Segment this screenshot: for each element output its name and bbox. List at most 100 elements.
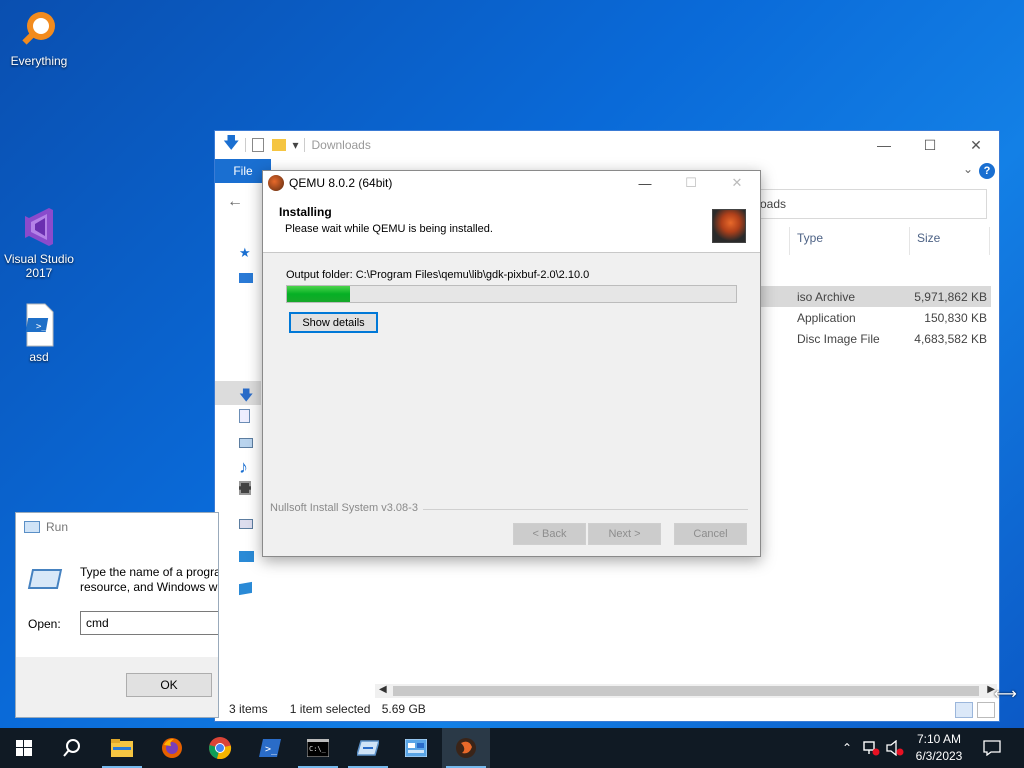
run-title: Run (46, 520, 69, 534)
show-details-button[interactable]: Show details (289, 312, 378, 333)
installer-titlebar: QEMU 8.0.2 (64bit) — ☐ ✕ (263, 171, 760, 195)
monitor-icon[interactable] (239, 547, 259, 567)
open-input[interactable]: cmd (80, 611, 218, 635)
run-dialog: Run Type the name of a progra resource, … (15, 512, 219, 718)
installer-branding: Nullsoft Install System v3.08-3 (270, 502, 418, 514)
run-description-line: Type the name of a progra (80, 565, 219, 579)
search-input[interactable]: oads (755, 189, 987, 219)
powershell-icon: >_ (259, 739, 281, 757)
action-center-button[interactable] (968, 728, 1016, 768)
network-icon[interactable] (239, 579, 259, 599)
column-header-size[interactable]: Size (917, 231, 940, 251)
system-tray: ⌃ (838, 728, 904, 768)
file-size: 5,971,862 KB (914, 290, 987, 304)
notification-icon (983, 740, 1001, 756)
run-description-line: resource, and Windows w (80, 580, 218, 594)
ok-button[interactable]: OK (126, 673, 212, 697)
qemu-icon (456, 738, 476, 758)
taskbar-control-panel[interactable] (392, 728, 440, 768)
taskbar-qemu-installer[interactable] (442, 728, 490, 768)
documents-folder-icon[interactable] (239, 409, 259, 429)
customize-qat-icon[interactable]: ▾ (292, 138, 298, 152)
minimize-button[interactable]: — (861, 131, 907, 159)
search-button[interactable] (48, 728, 96, 768)
this-pc-icon[interactable] (239, 515, 259, 535)
pictures-folder-icon[interactable] (239, 435, 259, 455)
desktop-icon-label: Visual Studio 2017 (4, 252, 74, 280)
large-icons-view-icon[interactable] (977, 702, 995, 718)
desktop-icon-visual-studio[interactable]: Visual Studio 2017 (1, 204, 77, 280)
qemu-app-icon (268, 175, 284, 191)
close-button: ✕ (731, 175, 743, 190)
scrollbar-thumb[interactable] (393, 686, 979, 696)
taskbar-clock[interactable]: 7:10 AM 6/3/2023 (904, 731, 974, 765)
taskbar-firefox[interactable] (148, 728, 196, 768)
taskbar-file-explorer[interactable] (98, 728, 146, 768)
clock-time: 7:10 AM (916, 732, 962, 746)
help-icon[interactable]: ? (979, 163, 995, 179)
run-large-icon (27, 569, 63, 589)
firefox-icon (162, 738, 182, 758)
run-icon (357, 740, 379, 756)
file-row[interactable]: iso Archive 5,971,862 KB (761, 286, 991, 307)
taskbar: >_ C:\_ ⌃ 7:10 AM 6/3/2023 (0, 728, 1024, 768)
file-row[interactable]: Application 150,830 KB (761, 307, 991, 328)
chrome-icon (209, 737, 232, 760)
new-folder-icon[interactable] (272, 139, 287, 151)
details-view-icon[interactable] (955, 702, 973, 718)
navigation-pane: ★ 🡇 ♪ (215, 223, 261, 703)
file-type: Application (797, 311, 856, 325)
installer-title: QEMU 8.0.2 (64bit) (289, 176, 393, 190)
back-arrow-icon[interactable]: ← (227, 193, 243, 211)
file-row[interactable]: Disc Image File 4,683,582 KB (761, 328, 991, 349)
volume-muted-icon[interactable] (886, 740, 904, 756)
cancel-button: Cancel (674, 523, 747, 545)
download-arrow-icon: 🡇 (223, 134, 240, 152)
videos-folder-icon[interactable] (239, 481, 259, 501)
run-description: Type the name of a progra resource, and … (80, 565, 219, 595)
file-type: iso Archive (797, 290, 856, 304)
taskbar-chrome[interactable] (196, 728, 244, 768)
network-disconnected-icon[interactable] (862, 740, 880, 756)
desktop-icon-everything[interactable]: Everything (1, 8, 77, 68)
svg-text:C:\_: C:\_ (309, 745, 327, 753)
everything-icon (22, 12, 55, 45)
view-buttons (955, 702, 995, 718)
column-divider[interactable] (789, 227, 790, 255)
scroll-left-icon[interactable]: ◀ (379, 684, 387, 695)
column-divider[interactable] (909, 227, 910, 255)
horizontal-scrollbar[interactable]: ◀ ▶ (375, 684, 997, 698)
music-folder-icon[interactable]: ♪ (239, 457, 259, 477)
desktop-icon-asd[interactable]: >_ asd (1, 302, 77, 364)
close-button[interactable]: ✕ (953, 131, 999, 159)
desktop-folder-icon[interactable] (239, 269, 259, 289)
command-prompt-icon: C:\_ (307, 739, 329, 757)
start-button[interactable] (0, 728, 48, 768)
properties-icon[interactable] (252, 138, 265, 152)
svg-text:>_: >_ (36, 322, 47, 332)
taskbar-powershell[interactable]: >_ (246, 728, 294, 768)
file-type: Disc Image File (797, 332, 880, 346)
minimize-button[interactable]: — (622, 171, 668, 195)
powershell-script-icon: >_ (25, 303, 54, 347)
file-size: 150,830 KB (924, 311, 987, 325)
open-label: Open: (28, 617, 61, 631)
back-button: < Back (513, 523, 586, 545)
expand-ribbon-icon[interactable]: ⌄ (963, 162, 973, 176)
maximize-button[interactable]: ☐ (907, 131, 953, 159)
taskbar-run[interactable] (344, 728, 392, 768)
svg-text:>_: >_ (265, 744, 278, 755)
show-hidden-icons-icon[interactable]: ⌃ (838, 741, 856, 755)
branding-divider (423, 509, 748, 510)
desktop-icon-label: Everything (10, 54, 68, 68)
downloads-folder-icon[interactable]: 🡇 (239, 385, 259, 405)
taskbar-command-prompt[interactable]: C:\_ (294, 728, 342, 768)
installer-heading: Installing (279, 205, 332, 219)
windows-logo-icon (16, 740, 32, 756)
column-divider[interactable] (989, 227, 990, 255)
explorer-titlebar: 🡇 ▾ Downloads — ☐ ✕ (215, 131, 999, 159)
quick-access-star-icon[interactable]: ★ (239, 245, 259, 265)
control-panel-icon (405, 739, 427, 757)
visual-studio-icon (25, 208, 53, 246)
column-header-type[interactable]: Type (797, 231, 823, 251)
